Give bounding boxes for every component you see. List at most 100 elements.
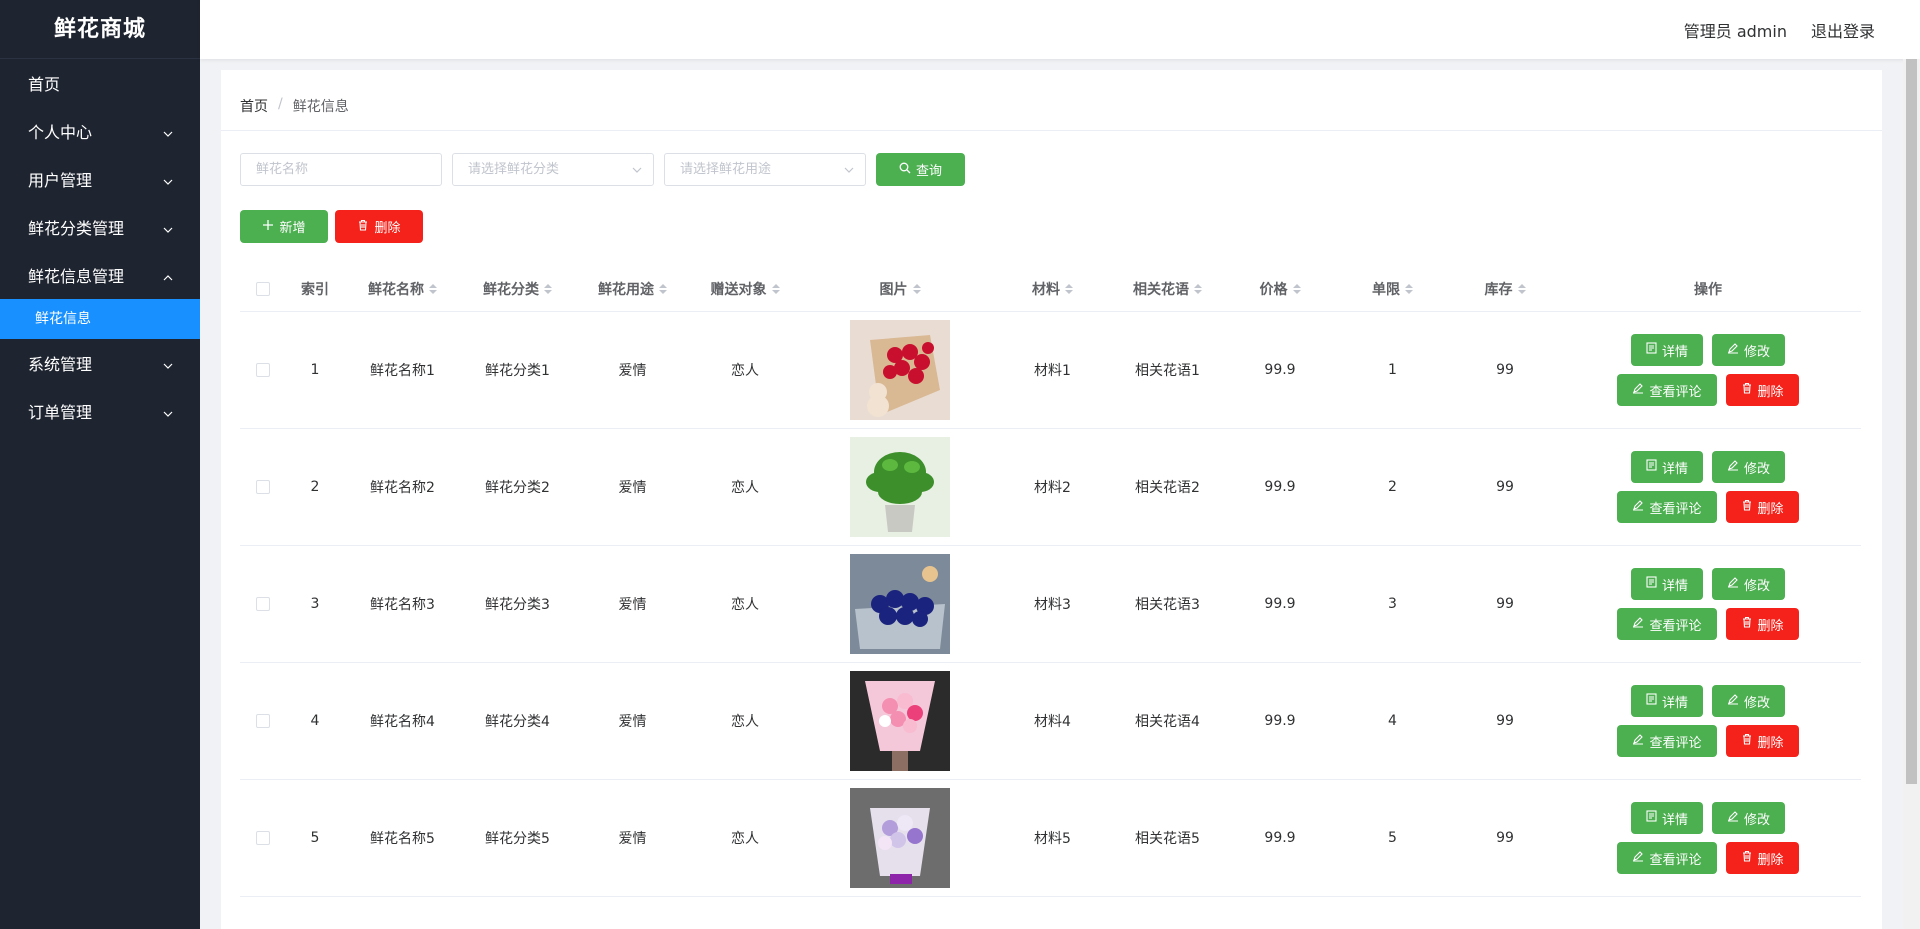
edit-button[interactable]: 修改 xyxy=(1712,334,1786,366)
divider xyxy=(221,130,1882,131)
row-delete-button[interactable]: 删除 xyxy=(1725,842,1799,874)
cell-target: 恋人 xyxy=(731,480,759,496)
sort-icon[interactable] xyxy=(912,284,921,294)
header-category[interactable]: 鲜花分类 xyxy=(460,279,575,299)
flower-thumbnail[interactable] xyxy=(850,554,950,654)
edit-button[interactable]: 修改 xyxy=(1712,685,1786,717)
detail-button[interactable]: 详情 xyxy=(1630,334,1703,366)
detail-button[interactable]: 详情 xyxy=(1630,451,1703,483)
sidebar-item-user-management[interactable]: 用户管理 xyxy=(0,155,200,203)
header-limit[interactable]: 单限 xyxy=(1330,279,1455,299)
header-usage[interactable]: 鲜花用途 xyxy=(575,279,690,299)
sidebar-item-system-management[interactable]: 系统管理 xyxy=(0,339,200,387)
header-target[interactable]: 赠送对象 xyxy=(690,279,800,299)
trash-icon xyxy=(1741,382,1753,398)
flower-thumbnail[interactable] xyxy=(850,671,950,771)
sidebar-item-flower-info-management[interactable]: 鲜花信息管理 xyxy=(0,251,200,299)
usage-select-input[interactable] xyxy=(664,153,866,186)
header-price[interactable]: 价格 xyxy=(1230,279,1330,299)
select-all-checkbox[interactable] xyxy=(255,282,270,296)
header-name[interactable]: 鲜花名称 xyxy=(345,279,460,299)
cell-image xyxy=(800,554,1000,654)
flower-thumbnail[interactable] xyxy=(850,320,950,420)
app-logo: 鲜花商城 xyxy=(0,0,200,59)
flower-name-input[interactable] xyxy=(240,153,442,186)
category-select[interactable] xyxy=(452,153,654,186)
cell-usage: 爱情 xyxy=(618,597,647,613)
current-user[interactable]: 管理员 admin xyxy=(1684,18,1787,42)
row-delete-button[interactable]: 删除 xyxy=(1725,725,1799,757)
pencil-icon xyxy=(1632,733,1644,749)
detail-button[interactable]: 详情 xyxy=(1630,802,1703,834)
row-checkbox[interactable] xyxy=(255,363,270,377)
detail-button[interactable]: 详情 xyxy=(1630,685,1703,717)
view-comments-button[interactable]: 查看评论 xyxy=(1617,725,1717,757)
view-comments-button[interactable]: 查看评论 xyxy=(1617,842,1717,874)
vertical-scrollbar[interactable] xyxy=(1903,59,1920,929)
trash-icon xyxy=(1741,616,1753,632)
row-delete-button[interactable]: 删除 xyxy=(1725,491,1799,523)
cell-material: 材料1 xyxy=(1034,363,1071,379)
row-checkbox[interactable] xyxy=(255,714,270,728)
header-label: 材料 xyxy=(1032,282,1060,298)
category-select-input[interactable] xyxy=(452,153,654,186)
sidebar-item-category-management[interactable]: 鲜花分类管理 xyxy=(0,203,200,251)
cell-flower-language: 相关花语3 xyxy=(1135,597,1200,613)
view-comments-button[interactable]: 查看评论 xyxy=(1617,491,1717,523)
cell-name: 鲜花名称4 xyxy=(370,714,435,730)
sort-icon[interactable] xyxy=(1405,284,1413,294)
row-checkbox[interactable] xyxy=(255,597,270,611)
view-comments-button-label: 查看评论 xyxy=(1649,852,1702,868)
header-index: 索引 xyxy=(285,279,345,299)
row-delete-button[interactable]: 删除 xyxy=(1725,374,1799,406)
edit-button[interactable]: 修改 xyxy=(1712,451,1786,483)
query-button[interactable]: 查询 xyxy=(876,153,965,186)
sort-icon[interactable] xyxy=(659,284,667,294)
sort-icon[interactable] xyxy=(1292,284,1301,294)
sort-icon[interactable] xyxy=(1065,284,1073,294)
batch-delete-button[interactable]: 删除 xyxy=(335,210,423,243)
sidebar-item-personal-center[interactable]: 个人中心 xyxy=(0,107,200,155)
detail-button[interactable]: 详情 xyxy=(1630,568,1703,600)
sort-icon[interactable] xyxy=(771,284,780,294)
logout-button[interactable]: 退出登录 xyxy=(1811,18,1875,42)
add-button[interactable]: 新增 xyxy=(240,210,328,243)
flower-thumbnail[interactable] xyxy=(850,788,950,888)
row-checkbox[interactable] xyxy=(255,831,270,845)
sidebar: 鲜花商城 首页 个人中心 用户管理 鲜花分类管理 鲜花信息管理 鲜花信息 系统管… xyxy=(0,0,200,929)
edit-button[interactable]: 修改 xyxy=(1712,802,1786,834)
sort-icon[interactable] xyxy=(1517,284,1526,294)
cell-image xyxy=(800,788,1000,888)
sidebar-item-home[interactable]: 首页 xyxy=(0,59,200,107)
header-image[interactable]: 图片 xyxy=(800,279,1000,299)
sidebar-item-order-management[interactable]: 订单管理 xyxy=(0,387,200,435)
view-comments-button[interactable]: 查看评论 xyxy=(1617,608,1717,640)
trash-icon xyxy=(1741,499,1753,515)
row-checkbox[interactable] xyxy=(255,480,270,494)
document-icon xyxy=(1646,576,1657,592)
row-delete-button-label: 删除 xyxy=(1757,501,1784,517)
document-icon xyxy=(1646,342,1657,358)
sort-icon[interactable] xyxy=(429,284,437,294)
row-delete-button-label: 删除 xyxy=(1757,735,1784,751)
sort-icon[interactable] xyxy=(544,284,552,294)
query-button-label: 查询 xyxy=(915,164,942,179)
cell-price: 99.9 xyxy=(1264,830,1296,846)
trash-icon xyxy=(1741,850,1753,866)
sidebar-subitem-flower-info[interactable]: 鲜花信息 xyxy=(0,299,200,339)
breadcrumb-home[interactable]: 首页 xyxy=(240,96,268,116)
row-delete-button[interactable]: 删除 xyxy=(1725,608,1799,640)
table-row: 2 鲜花名称2 鲜花分类2 爱情 恋人 材料2 相关花语2 99.9 2 99 详情 修改 查看评论 删除 xyxy=(240,429,1861,546)
usage-select[interactable] xyxy=(664,153,866,186)
cell-name: 鲜花名称5 xyxy=(370,831,435,847)
header-material[interactable]: 材料 xyxy=(1000,279,1105,299)
header-checkbox-cell xyxy=(240,282,285,296)
flower-thumbnail[interactable] xyxy=(850,437,950,537)
scrollbar-thumb[interactable] xyxy=(1906,59,1917,784)
header-flower-language[interactable]: 相关花语 xyxy=(1105,279,1230,299)
view-comments-button[interactable]: 查看评论 xyxy=(1617,374,1717,406)
sort-icon[interactable] xyxy=(1194,284,1202,294)
cell-checkbox xyxy=(240,480,285,494)
edit-button[interactable]: 修改 xyxy=(1712,568,1786,600)
header-stock[interactable]: 库存 xyxy=(1455,279,1555,299)
